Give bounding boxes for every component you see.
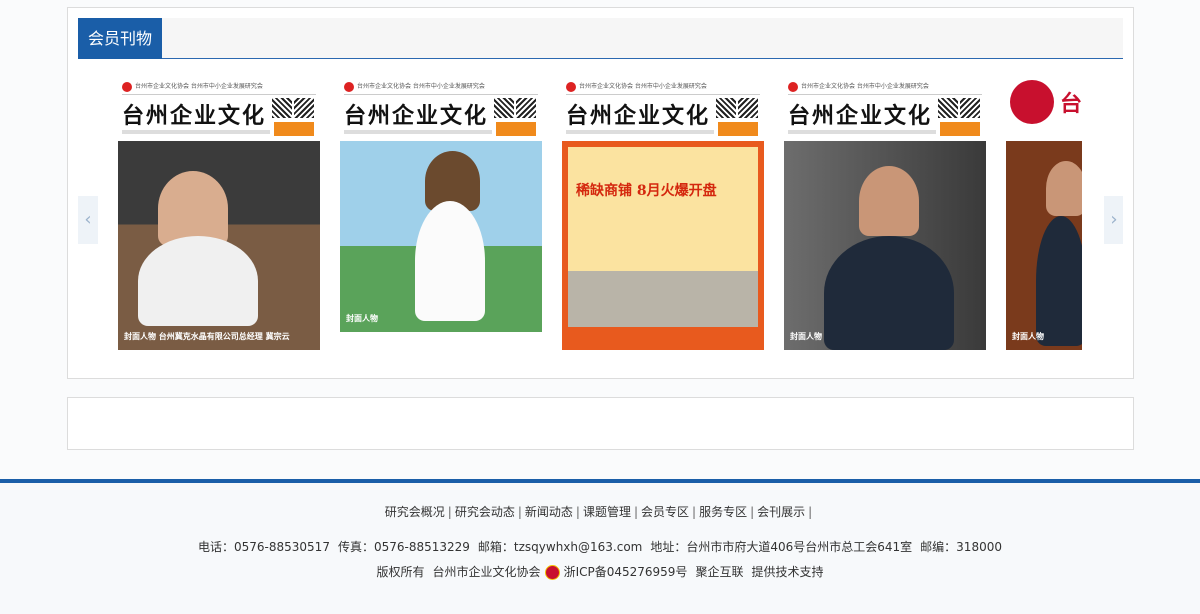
- issue-badge: [496, 122, 536, 136]
- cover-caption: 封面人物: [1012, 331, 1044, 341]
- cover-photo: 稀缺商铺 8月火爆开盘: [562, 141, 764, 350]
- footer-phone: 电话：0576-88530517: [198, 540, 330, 554]
- footer-nav: 研究会概况 | 研究会动态 | 新闻动态 | 课题管理 | 会员专区 | 服务专区 | 会刊展示 |: [384, 505, 813, 519]
- cover-org-text: 台州市企业文化协会 台州市中小企业发展研究会: [357, 83, 485, 90]
- cover-masthead: 台: [1006, 76, 1082, 141]
- cover-title: 台州企业文化: [122, 103, 267, 129]
- cover-title: 台州企业文化: [788, 103, 933, 129]
- copyright-label: 版权所有: [376, 565, 425, 579]
- member-publications-panel: 会员刊物 ‹ 台州市企业文化协会 台州市中小企业发展研究会 台州企业文化 封面人…: [67, 7, 1134, 379]
- association-logo-icon: [1010, 80, 1054, 124]
- qr-code-icon: [294, 98, 314, 118]
- footer-link[interactable]: 会刊展示: [757, 505, 805, 519]
- tech-provider-link[interactable]: 聚企互联: [695, 565, 743, 579]
- cover-caption: 封面人物: [790, 331, 822, 341]
- cover-title: 台: [1060, 91, 1082, 117]
- qr-code-icon: [738, 98, 758, 118]
- chevron-left-icon[interactable]: ‹: [78, 196, 98, 244]
- police-badge-icon: [544, 565, 560, 580]
- cover-masthead: 台州市企业文化协会 台州市中小企业发展研究会 台州企业文化: [562, 76, 764, 141]
- association-logo-icon: [344, 81, 354, 92]
- icp-link[interactable]: 浙ICP备045276959号: [564, 565, 688, 579]
- footer-link[interactable]: 研究会概况: [385, 505, 445, 519]
- qr-code-icon: [960, 98, 980, 118]
- cover-masthead: 台州市企业文化协会 台州市中小企业发展研究会 台州企业文化: [340, 76, 542, 141]
- issue-badge: [274, 122, 314, 136]
- footer-postcode: 邮编：318000: [920, 540, 1002, 554]
- footer-contact: 电话：0576-88530517 传真：0576-88513229 邮箱：tzsqy…: [0, 538, 1200, 555]
- qr-code-icon: [272, 98, 292, 118]
- qr-code-icon: [716, 98, 736, 118]
- cover-org-text: 台州市企业文化协会 台州市中小企业发展研究会: [579, 83, 707, 90]
- panel-title: 会员刊物: [78, 18, 162, 59]
- magazine-cover[interactable]: 台州市企业文化协会 台州市中小企业发展研究会 台州企业文化 封面人物: [340, 76, 542, 332]
- cover-photo: 封面人物: [1006, 141, 1082, 350]
- issue-badge: [940, 122, 980, 136]
- magazine-cover[interactable]: 台州市企业文化协会 台州市中小企业发展研究会 台州企业文化 封面人物: [784, 76, 986, 350]
- support-text: 提供技术支持: [751, 565, 824, 579]
- copyright-org: 台州市企业文化协会: [432, 565, 541, 579]
- magazine-cover[interactable]: 台州市企业文化协会 台州市中小企业发展研究会 台州企业文化 封面人物 台州冀克水…: [118, 76, 320, 350]
- cover-title: 台州企业文化: [566, 103, 711, 129]
- footer-address: 地址：台州市市府大道406号台州市总工会641室: [650, 540, 913, 554]
- issue-badge: [718, 122, 758, 136]
- cover-photo: 封面人物: [784, 141, 986, 350]
- cover-photo: 封面人物 台州冀克水晶有限公司总经理 冀宗云: [118, 141, 320, 350]
- footer-copyright: 版权所有 台州市企业文化协会 浙ICP备045276959号 聚企互联 提供技术支持: [0, 563, 1200, 580]
- cover-title: 台州企业文化: [344, 103, 489, 129]
- qr-code-icon: [494, 98, 514, 118]
- footer-email: 邮箱：tzsqywhxh@163.com: [477, 540, 643, 554]
- qr-code-icon: [516, 98, 536, 118]
- cover-photo: 封面人物: [340, 141, 542, 332]
- cover-caption: 封面人物: [346, 313, 378, 323]
- panel-header: 会员刊物: [78, 18, 1123, 59]
- site-footer: 研究会概况 | 研究会动态 | 新闻动态 | 课题管理 | 会员专区 | 服务专区 | 会刊展示 | 电话…: [0, 483, 1200, 614]
- association-logo-icon: [122, 81, 132, 92]
- footer-link[interactable]: 课题管理: [583, 505, 631, 519]
- magazine-cover[interactable]: 台 封面人物: [1006, 76, 1082, 350]
- footer-link[interactable]: 服务专区: [699, 505, 747, 519]
- association-logo-icon: [566, 81, 576, 92]
- qr-code-icon: [938, 98, 958, 118]
- empty-content-box: [67, 397, 1134, 450]
- magazine-cover[interactable]: 台州市企业文化协会 台州市中小企业发展研究会 台州企业文化 稀缺商铺 8月火爆开…: [562, 76, 764, 350]
- footer-link[interactable]: 新闻动态: [525, 505, 573, 519]
- cover-masthead: 台州市企业文化协会 台州市中小企业发展研究会 台州企业文化: [784, 76, 986, 141]
- association-logo-icon: [788, 81, 798, 92]
- footer-fax: 传真：0576-88513229: [337, 540, 470, 554]
- cover-masthead: 台州市企业文化协会 台州市中小企业发展研究会 台州企业文化: [118, 76, 320, 141]
- footer-link[interactable]: 研究会动态: [455, 505, 515, 519]
- footer-link[interactable]: 会员专区: [641, 505, 689, 519]
- cover-org-text: 台州市企业文化协会 台州市中小企业发展研究会: [135, 83, 263, 90]
- cover-caption: 封面人物 台州冀克水晶有限公司总经理 冀宗云: [124, 331, 290, 341]
- cover-caption: 稀缺商铺 8月火爆开盘: [576, 183, 717, 199]
- chevron-right-icon[interactable]: ›: [1104, 196, 1123, 244]
- magazine-carousel: ‹ 台州市企业文化协会 台州市中小企业发展研究会 台州企业文化 封面人物 台州冀…: [78, 76, 1123, 356]
- cover-org-text: 台州市企业文化协会 台州市中小企业发展研究会: [801, 83, 929, 90]
